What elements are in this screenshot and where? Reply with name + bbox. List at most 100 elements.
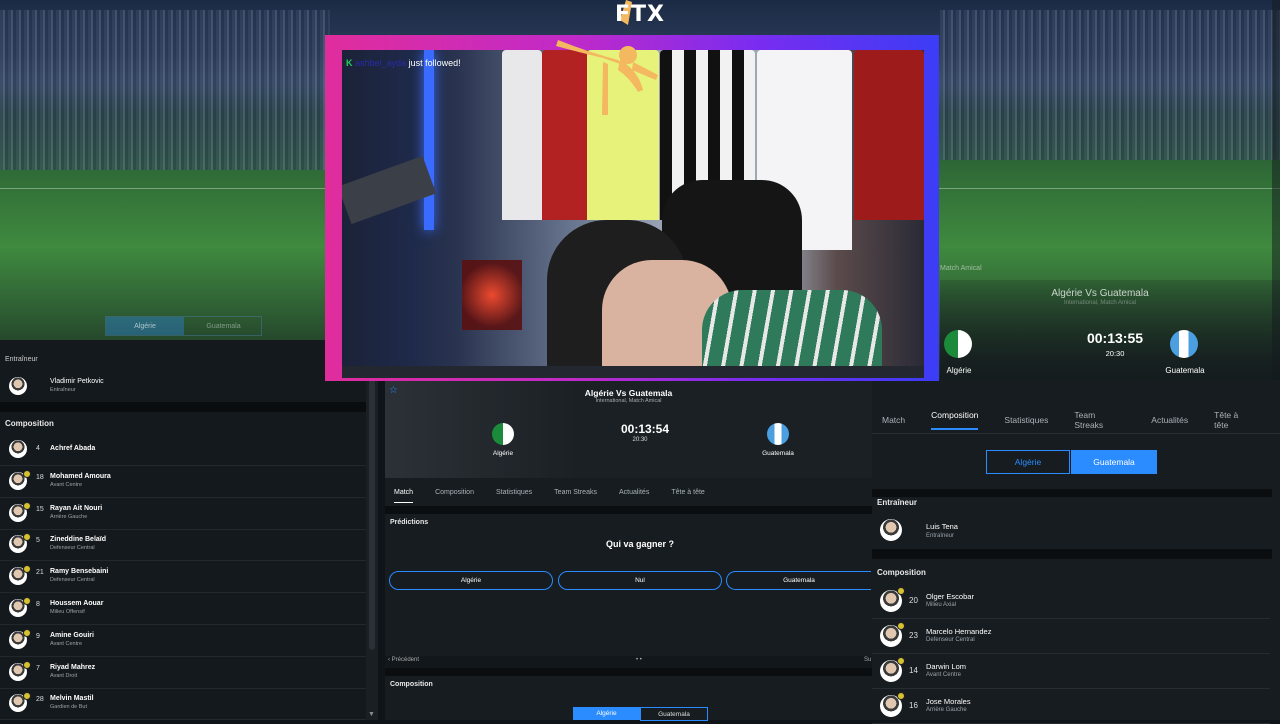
tab-tête-à-tête[interactable]: Tête à tête bbox=[1214, 410, 1254, 430]
friendly-label: Match Amical bbox=[940, 265, 982, 272]
composition-label: Composition bbox=[390, 681, 433, 688]
table-row[interactable]: 21 Ramy Bensebaini Defenseur Central bbox=[0, 561, 366, 594]
left-scrollbar[interactable]: ▼ bbox=[366, 340, 378, 720]
faded-team-toggle: Algérie Guatemala bbox=[105, 316, 262, 336]
previous-button[interactable]: ‹ Précédent bbox=[388, 657, 419, 663]
player-name: Marcelo Hernandez bbox=[926, 627, 992, 636]
scroll-down-arrow-icon[interactable]: ▼ bbox=[368, 711, 375, 718]
table-row[interactable]: 18 Mohamed Amoura Avant Centre bbox=[0, 466, 366, 498]
center-composition-card: Composition Algérie Guatemala bbox=[385, 676, 872, 721]
tab-match[interactable]: Match bbox=[394, 489, 414, 503]
right-scrollbar[interactable] bbox=[1272, 0, 1280, 400]
divider bbox=[385, 668, 872, 676]
tab-statistiques[interactable]: Statistiques bbox=[1004, 415, 1048, 425]
player-role: Avant Centre bbox=[50, 640, 83, 647]
player-role: Milieu Offensif bbox=[50, 609, 85, 615]
right-coach-avatar bbox=[880, 519, 902, 541]
team-toggle-guatemala[interactable]: Guatemala bbox=[1071, 450, 1157, 474]
next-button[interactable]: Su bbox=[864, 657, 871, 663]
table-row[interactable]: 5 Zineddine Belaïd Defenseur Central bbox=[0, 529, 366, 562]
player-name: Darwin Lom bbox=[926, 662, 967, 671]
left-lineup-panel: Entraîneur Vladimir Petkovic Entraîneur … bbox=[0, 340, 366, 721]
player-number: 4 bbox=[36, 445, 40, 452]
left-scrollbar-thumb[interactable] bbox=[369, 350, 375, 650]
tab-match[interactable]: Match bbox=[882, 415, 905, 425]
match-subtitle: International, Match Amical bbox=[595, 398, 662, 404]
table-row[interactable]: 4 Achref Abada bbox=[0, 434, 366, 466]
player-role: Gardien de But bbox=[50, 704, 87, 711]
table-row[interactable]: 14 Darwin Lom Avant Centre bbox=[872, 654, 1270, 689]
predict-guatemala-button[interactable]: Guatemala bbox=[726, 571, 871, 590]
right-coach-name: Luis Tena bbox=[926, 522, 958, 531]
player-number: 5 bbox=[36, 537, 40, 545]
pager-dots: • • bbox=[636, 657, 642, 663]
match-clock: 00:13:54 bbox=[620, 422, 670, 436]
coach-avatar bbox=[9, 377, 27, 395]
player-role: Arrière Gauche bbox=[926, 707, 967, 713]
rating-badge bbox=[23, 501, 31, 510]
right-match-subtitle: International, Match Amical bbox=[1063, 300, 1137, 306]
tab-team-streaks[interactable]: Team Streaks bbox=[554, 489, 597, 496]
tab-actualités[interactable]: Actualités bbox=[1151, 415, 1188, 425]
home-team-name: Algérie bbox=[492, 450, 514, 457]
composition-label: Composition bbox=[5, 419, 54, 428]
follow-alert: K ashbel_ayda just followed! bbox=[346, 58, 461, 68]
player-number: 18 bbox=[36, 473, 44, 481]
predict-draw-button[interactable]: Nul bbox=[558, 571, 722, 590]
coach-section-label: Entraîneur bbox=[5, 356, 38, 363]
team-toggle-algerie[interactable]: Algérie bbox=[986, 450, 1070, 474]
predictions-card: Prédictions Qui va gagner ? Algérie Nul … bbox=[385, 514, 872, 656]
center-tab-bar: Match Composition Statistiques Team Streaks… bbox=[385, 478, 872, 506]
kickoff-time: 20:30 bbox=[632, 437, 648, 443]
rating-badge bbox=[23, 660, 31, 669]
table-row[interactable]: 23 Marcelo Hernandez Defenseur Central bbox=[872, 619, 1270, 654]
tab-team-streaks[interactable]: Team Streaks bbox=[1074, 410, 1125, 430]
table-row[interactable]: 15 Rayan Ait Nouri Arrière Gauche bbox=[0, 498, 366, 530]
rating-badge bbox=[23, 628, 31, 637]
player-number: 7 bbox=[36, 664, 40, 672]
player-name: Melvin Mastil bbox=[50, 695, 94, 703]
right-coach-role: Entraîneur bbox=[926, 533, 955, 539]
tab-composition[interactable]: Composition bbox=[435, 489, 474, 496]
rating-badge bbox=[23, 469, 31, 478]
guatemala-flag-icon bbox=[767, 423, 789, 445]
tab-composition[interactable]: Composition bbox=[931, 410, 979, 430]
player-number: 20 bbox=[909, 596, 918, 605]
rating-badge bbox=[897, 587, 905, 595]
rating-badge bbox=[23, 692, 31, 701]
player-name: Rayan Ait Nouri bbox=[50, 504, 103, 512]
guatemala-flag-icon bbox=[1170, 330, 1198, 358]
table-row[interactable]: 28 Melvin Mastil Gardien de But bbox=[0, 688, 366, 721]
match-title: Algérie Vs Guatemala bbox=[584, 388, 673, 398]
player-role: Arrière Gauche bbox=[50, 513, 88, 520]
player-number: 14 bbox=[909, 666, 918, 675]
webcam-bottom-bar bbox=[342, 366, 924, 378]
player-number: 21 bbox=[36, 569, 44, 577]
right-match-header: Match Amical Algérie Vs Guatemala Intern… bbox=[940, 265, 1280, 380]
crowd-left bbox=[0, 10, 330, 170]
table-row[interactable]: 9 Amine Gouiri Avant Centre bbox=[0, 625, 366, 657]
player-name: Jose Morales bbox=[926, 697, 971, 706]
player-name: Riyad Mahrez bbox=[50, 663, 96, 671]
prediction-question: Qui va gagner ? bbox=[605, 539, 674, 549]
follow-username: ashbel_ayda bbox=[355, 58, 407, 68]
algeria-flag-icon bbox=[944, 330, 972, 358]
comp-toggle-algerie[interactable]: Algérie bbox=[573, 707, 640, 720]
red-light bbox=[462, 260, 522, 330]
jersey bbox=[854, 50, 924, 220]
tab-statistiques[interactable]: Statistiques bbox=[496, 489, 532, 496]
tab-actualités[interactable]: Actualités bbox=[619, 489, 649, 496]
table-row[interactable]: 20 Olger Escobar Milieu Axial bbox=[872, 584, 1270, 619]
coach-role: Entraîneur bbox=[50, 387, 76, 393]
player-name: Zineddine Belaïd bbox=[50, 536, 107, 544]
rating-badge bbox=[23, 533, 31, 542]
comp-toggle-guatemala[interactable]: Guatemala bbox=[640, 707, 708, 721]
predict-algerie-button[interactable]: Algérie bbox=[389, 571, 553, 590]
table-row[interactable]: 7 Riyad Mahrez Avant Droit bbox=[0, 657, 366, 689]
player-number: 9 bbox=[36, 632, 40, 640]
player-number: 28 bbox=[36, 696, 44, 704]
table-row[interactable]: 16 Jose Morales Arrière Gauche bbox=[872, 689, 1270, 724]
predictions-label: Prédictions bbox=[390, 519, 429, 526]
tab-tête-à-tête[interactable]: Tête à tête bbox=[671, 489, 704, 496]
table-row[interactable]: 8 Houssem Aouar Milieu Offensif bbox=[0, 593, 366, 625]
